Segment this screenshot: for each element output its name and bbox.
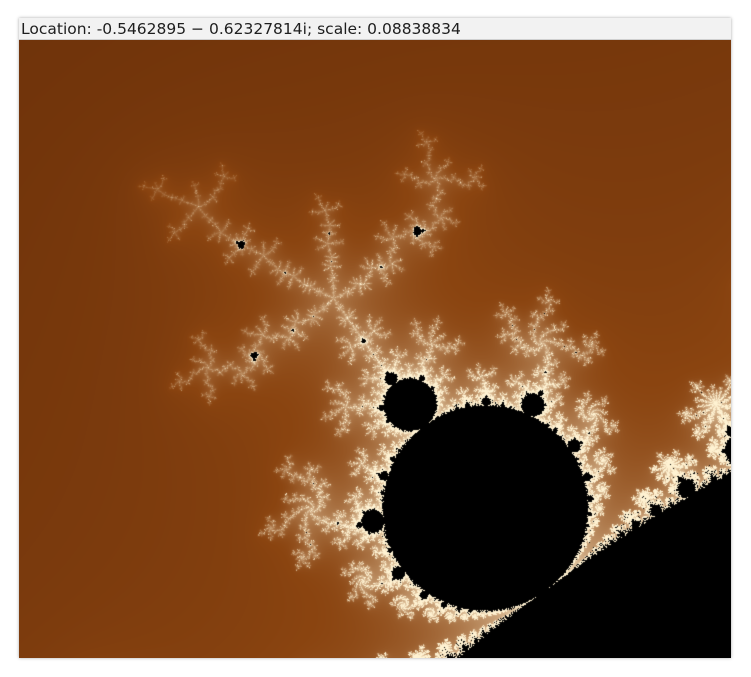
status-bar: Location: -0.5462895 − 0.62327814i; scal… — [19, 18, 731, 40]
fractal-viewer-window: Location: -0.5462895 − 0.62327814i; scal… — [19, 18, 731, 658]
mandelbrot-canvas[interactable] — [19, 40, 731, 658]
location-readout: Location: -0.5462895 − 0.62327814i; scal… — [21, 20, 461, 38]
